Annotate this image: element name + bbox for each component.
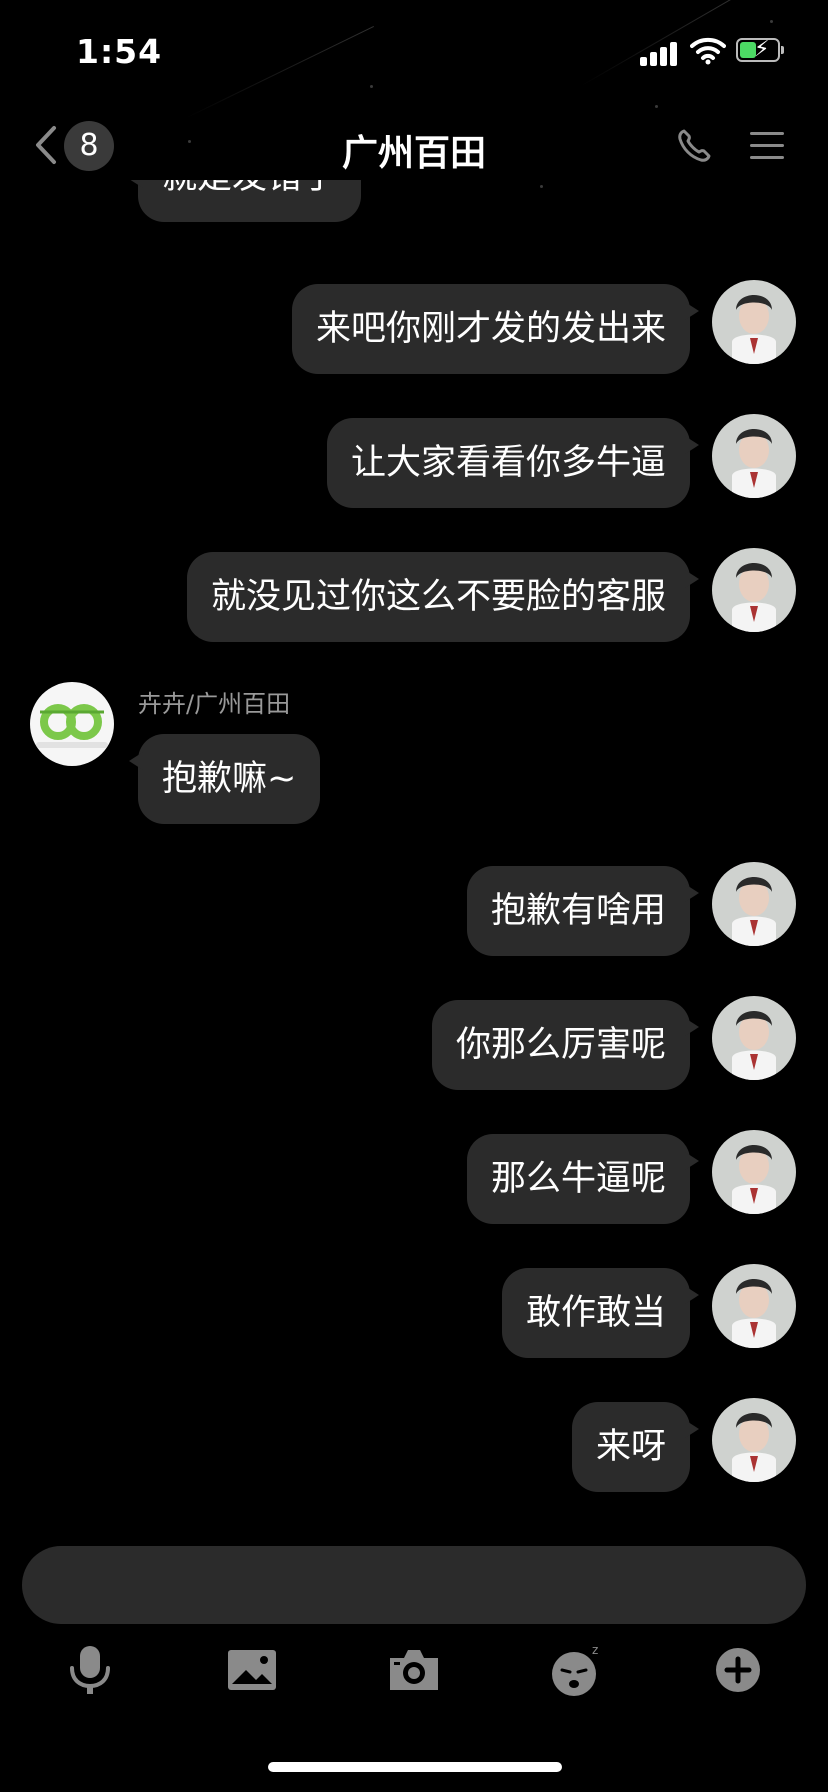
user-avatar[interactable] xyxy=(712,996,796,1080)
menu-icon[interactable] xyxy=(750,130,784,162)
camera-icon[interactable] xyxy=(384,1640,444,1700)
user-avatar[interactable] xyxy=(712,1264,796,1348)
phone-icon[interactable] xyxy=(676,128,712,164)
contact-avatar[interactable] xyxy=(30,682,114,766)
message-bubble-incoming[interactable]: 就是发错了 xyxy=(128,180,362,222)
user-avatar[interactable] xyxy=(712,1130,796,1214)
image-icon[interactable] xyxy=(222,1640,282,1700)
user-avatar[interactable] xyxy=(712,414,796,498)
chat-header: 8 广州百田 xyxy=(0,110,828,180)
status-bar: 1:54 ⚡ xyxy=(0,0,828,100)
message-bubble-outgoing[interactable]: 来吧你刚才发的发出来 xyxy=(291,284,700,374)
message-bubble-outgoing[interactable]: 抱歉有啥用 xyxy=(466,866,700,956)
wifi-icon xyxy=(690,37,726,65)
message-bubble-outgoing[interactable]: 让大家看看你多牛逼 xyxy=(326,418,700,508)
message-bubble-outgoing[interactable]: 就没见过你这么不要脸的客服 xyxy=(186,552,700,642)
message-bubble-outgoing[interactable]: 你那么厉害呢 xyxy=(431,1000,700,1090)
message-bubble-incoming[interactable]: 抱歉嘛~ xyxy=(128,734,321,824)
user-avatar[interactable] xyxy=(712,862,796,946)
message-input[interactable] xyxy=(22,1546,806,1624)
battery-icon: ⚡ xyxy=(736,38,784,62)
home-indicator[interactable] xyxy=(268,1762,562,1772)
user-avatar[interactable] xyxy=(712,1398,796,1482)
svg-text:z: z xyxy=(592,1643,598,1657)
plus-icon[interactable] xyxy=(708,1640,768,1700)
message-bubble-outgoing[interactable]: 那么牛逼呢 xyxy=(466,1134,700,1224)
emoji-icon[interactable]: z xyxy=(546,1640,606,1700)
signal-icon xyxy=(640,40,680,66)
user-avatar[interactable] xyxy=(712,548,796,632)
message-bubble-outgoing[interactable]: 来呀 xyxy=(571,1402,700,1492)
message-bubble-outgoing[interactable]: 敢作敢当 xyxy=(501,1268,700,1358)
user-avatar[interactable] xyxy=(712,280,796,364)
microphone-icon[interactable] xyxy=(60,1640,120,1700)
sender-name: 卉卉/广州百田 xyxy=(138,690,291,718)
status-time: 1:54 xyxy=(76,32,163,71)
message-list[interactable]: 就是发错了 来吧你刚才发的发出来 让大家看看你多牛逼 就没见过你这么不要脸的客服… xyxy=(0,180,828,1520)
